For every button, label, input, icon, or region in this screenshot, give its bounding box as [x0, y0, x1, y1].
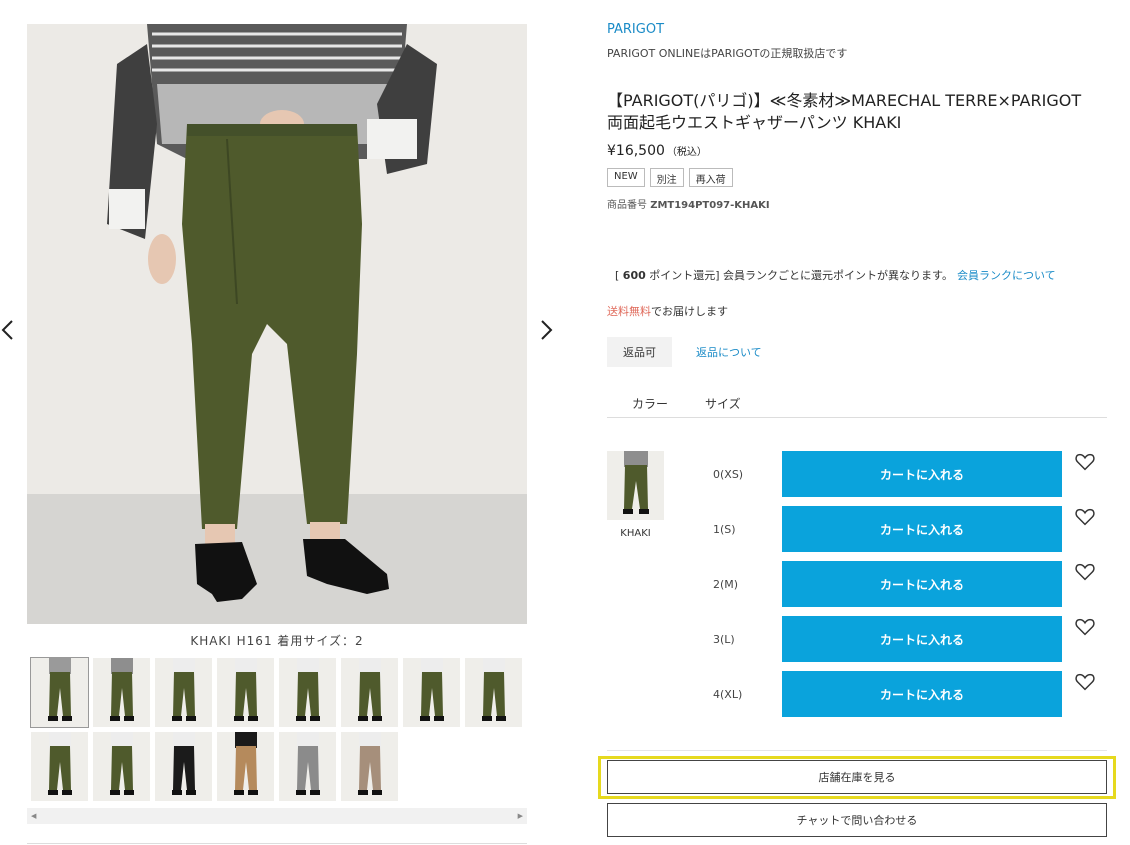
- tab-color[interactable]: カラー: [632, 393, 668, 417]
- thumb-black[interactable]: [155, 732, 212, 801]
- add-to-cart-button[interactable]: カートに入れる: [782, 561, 1062, 607]
- favorite-heart-icon[interactable]: [1074, 561, 1096, 583]
- favorite-heart-icon[interactable]: [1074, 671, 1096, 693]
- size-label: 3(L): [713, 632, 735, 646]
- scroll-left-icon[interactable]: ◀: [31, 812, 36, 820]
- thumb-gray[interactable]: [279, 732, 336, 801]
- shipping-info: 送料無料でお届けします: [607, 303, 728, 319]
- returns-row: 返品可 返品について: [607, 337, 762, 367]
- badge-list: NEW 別注 再入荷: [607, 168, 733, 187]
- size-row: 2(M) カートに入れる: [702, 561, 1102, 607]
- badge-special-order: 別注: [649, 168, 684, 187]
- thumb-beige[interactable]: [341, 732, 398, 801]
- main-product-image: [27, 24, 527, 624]
- next-image-arrow-icon[interactable]: [538, 315, 554, 345]
- free-shipping-label: 送料無料: [607, 305, 651, 318]
- size-label: 4(XL): [713, 687, 743, 701]
- store-stock-button[interactable]: 店舗在庫を見る: [607, 760, 1107, 794]
- thumb-khaki-side[interactable]: [155, 658, 212, 727]
- scroll-right-icon[interactable]: ▶: [518, 812, 523, 820]
- badge-restock: 再入荷: [688, 168, 733, 187]
- add-to-cart-button[interactable]: カートに入れる: [782, 616, 1062, 662]
- divider: [607, 750, 1107, 751]
- thumb-khaki-waist[interactable]: [465, 658, 522, 727]
- thumb-khaki-back[interactable]: [279, 658, 336, 727]
- favorite-heart-icon[interactable]: [1074, 451, 1096, 473]
- size-label: 0(XS): [713, 467, 744, 481]
- prev-image-arrow-icon[interactable]: [0, 315, 16, 345]
- dealer-note: PARIGOT ONLINEはPARIGOTの正規取扱店です: [607, 47, 848, 60]
- thumb-khaki-pocket[interactable]: [31, 732, 88, 801]
- thumb-camel[interactable]: [217, 732, 274, 801]
- points-value: 600: [622, 269, 646, 282]
- size-label: 1(S): [713, 522, 736, 536]
- points-prefix: [: [615, 269, 620, 282]
- image-caption: KHAKI H161 着用サイズ：2: [190, 634, 364, 648]
- color-option[interactable]: KHAKI: [607, 451, 664, 539]
- thumb-khaki-full[interactable]: [93, 658, 150, 727]
- thumb-khaki-detail[interactable]: [341, 658, 398, 727]
- add-to-cart-button[interactable]: カートに入れる: [782, 671, 1062, 717]
- thumb-khaki-front2[interactable]: [403, 658, 460, 727]
- member-rank-link[interactable]: 会員ランクについて: [957, 269, 1056, 282]
- divider: [27, 843, 527, 844]
- size-row: 0(XS) カートに入れる: [702, 451, 1102, 497]
- product-code: 商品番号 ZMT194PT097-KHAKI: [607, 196, 770, 211]
- option-tabs: カラー サイズ: [607, 393, 1107, 418]
- color-name: KHAKI: [620, 528, 651, 539]
- product-code-label: 商品番号: [607, 200, 647, 211]
- color-swatch-image[interactable]: [607, 451, 664, 520]
- thumb-khaki-side2[interactable]: [217, 658, 274, 727]
- favorite-heart-icon[interactable]: [1074, 506, 1096, 528]
- thumbnail-scrollbar[interactable]: ◀ ▶: [27, 808, 527, 824]
- thumb-khaki-sweater-front[interactable]: [30, 657, 89, 728]
- add-to-cart-button[interactable]: カートに入れる: [782, 506, 1062, 552]
- size-row: 3(L) カートに入れる: [702, 616, 1102, 662]
- favorite-heart-icon[interactable]: [1074, 616, 1096, 638]
- shipping-text: でお届けします: [651, 305, 728, 318]
- points-info: [ 600 ポイント還元] 会員ランクごとに還元ポイントが異なります。 会員ランク…: [615, 267, 1056, 283]
- size-label: 2(M): [713, 577, 739, 591]
- tab-size[interactable]: サイズ: [705, 393, 741, 417]
- price-value: ¥16,500: [607, 143, 665, 159]
- size-row: 1(S) カートに入れる: [702, 506, 1102, 552]
- product-title: 【PARIGOT(パリゴ)】≪冬素材≫MARECHAL TERRE×PARIGO…: [607, 91, 1082, 132]
- thumbnail-strip: [30, 657, 525, 801]
- product-price: ¥16,500 （税込）: [607, 143, 707, 159]
- tax-label: （税込）: [666, 147, 707, 158]
- add-to-cart-button[interactable]: カートに入れる: [782, 451, 1062, 497]
- badge-new: NEW: [607, 168, 645, 187]
- product-gallery: KHAKI H161 着用サイズ：2 ◀ ▶: [0, 0, 560, 845]
- chat-inquiry-button[interactable]: チャットで問い合わせる: [607, 803, 1107, 837]
- size-row: 4(XL) カートに入れる: [702, 671, 1102, 717]
- returnable-tag: 返品可: [607, 337, 672, 367]
- returns-info-link[interactable]: 返品について: [696, 344, 762, 360]
- thumb-khaki-waist-closeup[interactable]: [93, 732, 150, 801]
- points-text: ポイント還元] 会員ランクごとに還元ポイントが異なります。: [649, 269, 953, 282]
- product-code-value: ZMT194PT097-KHAKI: [650, 200, 770, 211]
- brand-link[interactable]: PARIGOT: [607, 22, 664, 37]
